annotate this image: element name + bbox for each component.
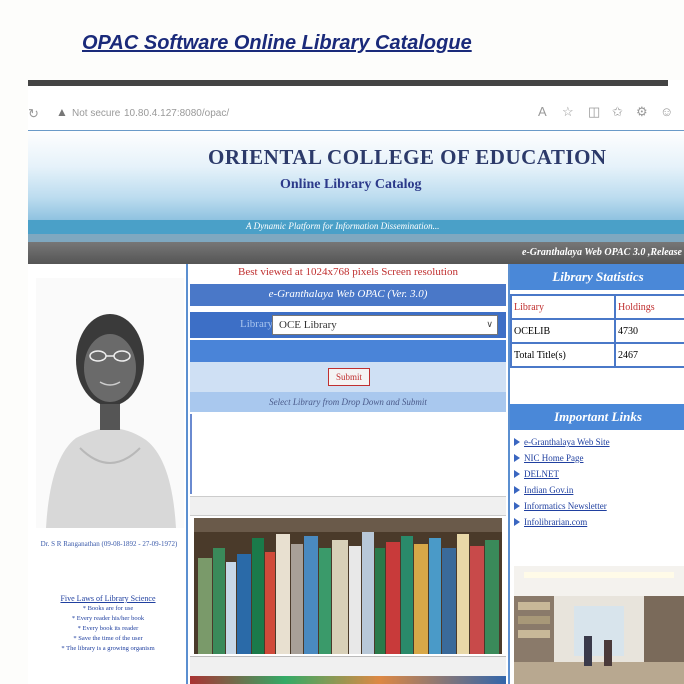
right-column: Library Statistics Library Holdings OCEL… xyxy=(508,264,684,684)
table-cell: Total Title(s) xyxy=(510,342,616,368)
link-item[interactable]: Infolibrarian.com xyxy=(514,516,684,532)
library-select-row: Library OCE Library ∨ xyxy=(190,312,506,338)
important-links-title: Important Links xyxy=(510,404,684,430)
library-select-value: OCE Library xyxy=(279,319,337,331)
extensions-icon[interactable]: ⚙ xyxy=(636,104,648,120)
arrow-right-icon xyxy=(514,517,520,526)
results-area xyxy=(190,414,506,494)
left-column: Dr. S R Ranganathan (09-08-1892 - 27-09-… xyxy=(28,264,188,684)
tagline-bar: A Dynamic Platform for Information Disse… xyxy=(28,220,684,234)
table-row: Total Title(s) 2467 xyxy=(510,342,684,368)
link-text[interactable]: Infolibrarian.com xyxy=(524,517,587,527)
column-header: Library xyxy=(510,294,616,320)
best-viewed-notice: Best viewed at 1024x768 pixels Screen re… xyxy=(238,266,458,278)
column-header: Holdings xyxy=(614,294,684,320)
link-text[interactable]: Informatics Newsletter xyxy=(524,501,607,511)
divider xyxy=(28,234,684,242)
law-item: * Every reader his/her book xyxy=(71,615,145,622)
divider xyxy=(190,656,506,676)
arrow-right-icon xyxy=(514,469,520,478)
important-links-list: e-Granthalaya Web Site NIC Home Page DEL… xyxy=(514,436,684,532)
portrait-caption: Dr. S R Ranganathan (09-08-1892 - 27-09-… xyxy=(40,540,178,548)
link-item[interactable]: NIC Home Page xyxy=(514,452,684,468)
arrow-right-icon xyxy=(514,437,520,446)
library-room-image xyxy=(514,566,684,684)
read-aloud-icon[interactable]: A xyxy=(538,104,547,119)
law-item: * The library is a growing organism xyxy=(61,645,155,652)
submit-row: Submit xyxy=(190,362,506,392)
reload-icon[interactable]: ↻ xyxy=(28,106,39,122)
laws-list: * Books are for use * Every reader his/h… xyxy=(38,604,178,654)
arrow-right-icon xyxy=(514,485,520,494)
link-text[interactable]: Indian Gov.in xyxy=(524,485,573,495)
version-text: e-Granthalaya Web OPAC 3.0 ,Release 3 xyxy=(522,247,684,258)
favorites-bar-icon[interactable]: ✩ xyxy=(612,104,623,120)
link-text[interactable]: DELNET xyxy=(524,469,559,479)
spacer-bar xyxy=(190,340,506,362)
link-text[interactable]: NIC Home Page xyxy=(524,453,584,463)
divider xyxy=(28,80,668,86)
link-text[interactable]: e-Granthalaya Web Site xyxy=(524,437,610,447)
security-label[interactable]: Not secure xyxy=(72,108,120,119)
library-select[interactable]: OCE Library ∨ xyxy=(272,315,498,335)
table-header-row: Library Holdings xyxy=(510,294,684,320)
site-banner: ORIENTAL COLLEGE OF EDUCATION Online Lib… xyxy=(28,130,684,220)
address-bar[interactable]: ↻ ▲ Not secure 10.80.4.127:8080/opac/ A … xyxy=(28,100,684,128)
page: OPAC Software Online Library Catalogue ↻… xyxy=(0,0,684,684)
divider xyxy=(190,496,506,516)
submit-button[interactable]: Submit xyxy=(328,368,370,386)
warning-icon[interactable]: ▲ xyxy=(56,105,68,119)
ranganathan-portrait xyxy=(36,278,184,528)
table-row: OCELIB 4730 xyxy=(510,318,684,344)
url-text[interactable]: 10.80.4.127:8080/opac/ xyxy=(124,108,229,119)
bookshelf-image xyxy=(194,518,502,654)
opac-header-bar: e-Granthalaya Web OPAC (Ver. 3.0) xyxy=(190,284,506,306)
split-screen-icon[interactable]: ◫ xyxy=(588,104,600,120)
browser-screenshot: ↻ ▲ Not secure 10.80.4.127:8080/opac/ A … xyxy=(28,80,684,684)
tagline: A Dynamic Platform for Information Disse… xyxy=(246,221,440,231)
select-hint: Select Library from Drop Down and Submit xyxy=(190,392,506,412)
image-strip xyxy=(190,676,506,684)
table-cell: OCELIB xyxy=(510,318,616,344)
opac-title: e-Granthalaya Web OPAC (Ver. 3.0) xyxy=(268,288,428,300)
chevron-down-icon[interactable]: ∨ xyxy=(486,319,493,330)
statistics-table: Library Holdings OCELIB 4730 Total Title… xyxy=(510,294,684,368)
college-name: ORIENTAL COLLEGE OF EDUCATION xyxy=(208,145,607,169)
library-label: Library xyxy=(240,318,273,330)
arrow-right-icon xyxy=(514,501,520,510)
version-bar: e-Granthalaya Web OPAC 3.0 ,Release 3 xyxy=(28,242,684,264)
table-cell: 4730 xyxy=(614,318,684,344)
link-item[interactable]: Informatics Newsletter xyxy=(514,500,684,516)
link-item[interactable]: DELNET xyxy=(514,468,684,484)
arrow-right-icon xyxy=(514,453,520,462)
law-item: * Books are for use xyxy=(82,605,134,612)
link-item[interactable]: Indian Gov.in xyxy=(514,484,684,500)
law-item: * Save the time of the user xyxy=(73,635,143,642)
laws-title-link[interactable]: Five Laws of Library Science xyxy=(38,594,178,603)
main-column: Best viewed at 1024x768 pixels Screen re… xyxy=(190,264,506,684)
favorite-icon[interactable]: ☆ xyxy=(562,104,574,120)
catalog-title: Online Library Catalog xyxy=(280,177,422,192)
document-title: OPAC Software Online Library Catalogue xyxy=(82,32,472,54)
table-cell: 2467 xyxy=(614,342,684,368)
law-item: * Every book its reader xyxy=(77,625,139,632)
profile-icon[interactable]: ☺ xyxy=(660,104,673,119)
library-statistics-title: Library Statistics xyxy=(510,264,684,290)
link-item[interactable]: e-Granthalaya Web Site xyxy=(514,436,684,452)
